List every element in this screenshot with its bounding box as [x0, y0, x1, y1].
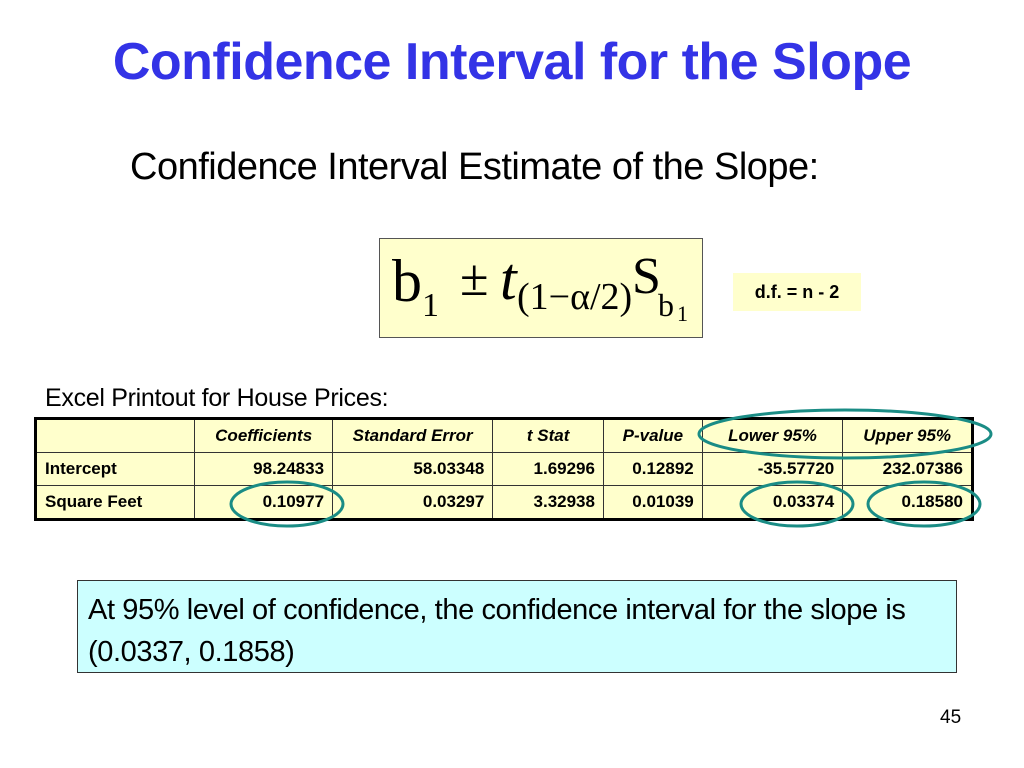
row-label: Square Feet	[34, 485, 196, 520]
header-cell: Standard Error	[332, 418, 494, 453]
table-cell: 1.69296	[492, 452, 604, 486]
degrees-of-freedom-note: d.f. = n - 2	[733, 273, 861, 311]
header-cell	[34, 418, 196, 453]
formula-t: t	[500, 246, 517, 312]
formula-b-subscript: 1	[422, 287, 439, 324]
table-cell: 0.03297	[332, 485, 494, 520]
page-number: 45	[940, 707, 962, 728]
excel-printout-label: Excel Printout for House Prices:	[45, 384, 389, 412]
table-cell: 98.24833	[194, 452, 334, 486]
slide-title: Confidence Interval for the Slope	[112, 33, 912, 91]
formula-s-subsubscript: 1	[677, 301, 688, 326]
table-cell: 0.01039	[602, 485, 703, 520]
table-header-row: Coefficients Standard Error t Stat P-val…	[34, 418, 973, 453]
header-cell: P-value	[602, 418, 703, 453]
formula-b: b	[392, 248, 422, 314]
formula-box: b 1 ± t (1−α/2) S b 1	[379, 238, 703, 338]
table-cell: 3.32938	[492, 485, 604, 520]
formula-t-subscript: (1−α/2)	[517, 276, 633, 318]
header-cell: Upper 95%	[842, 418, 973, 453]
table-row: Square Feet 0.10977 0.03297 3.32938 0.01…	[34, 485, 973, 520]
regression-table: Coefficients Standard Error t Stat P-val…	[34, 417, 974, 521]
formula-s-subscript: b	[658, 287, 674, 323]
table-cell: 0.18580	[842, 485, 973, 520]
row-label: Intercept	[34, 452, 196, 486]
table-cell: -35.57720	[701, 452, 844, 486]
table-row: Intercept 98.24833 58.03348 1.69296 0.12…	[34, 452, 973, 486]
table-cell: 0.12892	[602, 452, 703, 486]
table-cell: 58.03348	[332, 452, 494, 486]
formula-s: S	[632, 248, 661, 305]
table-cell: 0.10977	[194, 485, 334, 520]
header-cell: Lower 95%	[701, 418, 844, 453]
header-cell: Coefficients	[194, 418, 334, 453]
formula-plus-minus: ±	[460, 250, 489, 307]
table-cell: 232.07386	[842, 452, 973, 486]
conclusion-box: At 95% level of confidence, the confiden…	[77, 580, 957, 673]
table-cell: 0.03374	[701, 485, 844, 520]
header-cell: t Stat	[492, 418, 604, 453]
slide-subtitle: Confidence Interval Estimate of the Slop…	[130, 146, 819, 188]
